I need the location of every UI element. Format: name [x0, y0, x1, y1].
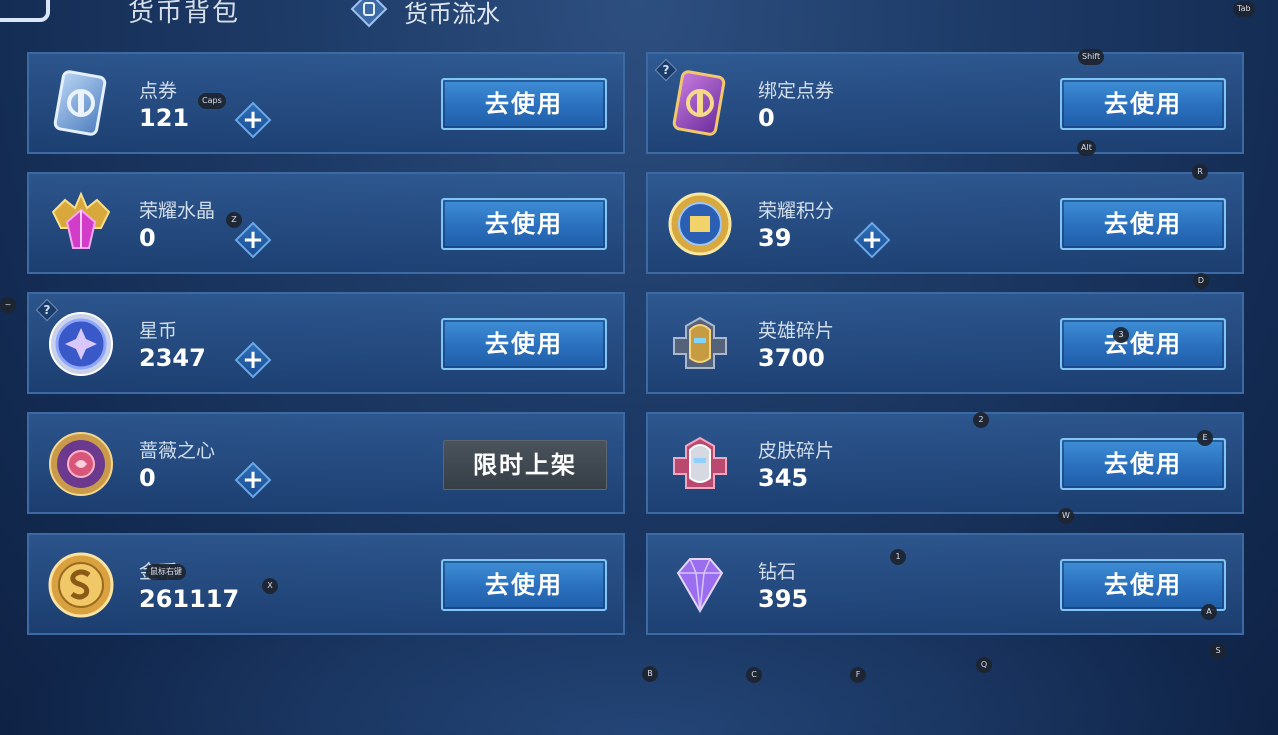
key-hint-b: B [642, 666, 658, 682]
use-button[interactable]: 去使用 [441, 198, 607, 250]
key-hint-a: A [1201, 604, 1217, 620]
currency-card-diamond: 钻石 395 去使用 [646, 533, 1244, 635]
currency-amount: 261117 [139, 585, 240, 613]
currency-name: 荣耀水晶 [139, 200, 216, 222]
use-button[interactable]: 去使用 [1060, 559, 1226, 611]
use-button[interactable]: 去使用 [441, 78, 607, 130]
currency-card-bound-coupon: ? 绑定点券 0 去使用 [646, 52, 1244, 154]
currency-card-skin-fragment: 皮肤碎片 345 去使用 [646, 412, 1244, 514]
use-button[interactable]: 去使用 [1060, 438, 1226, 490]
currency-name: 绑定点券 [758, 80, 835, 102]
currency-name: 皮肤碎片 [758, 440, 835, 462]
key-hint-2: 2 [973, 412, 989, 428]
key-hint-right-click: 鼠标右键 [146, 564, 186, 580]
currency-name: 蔷薇之心 [139, 440, 216, 462]
key-hint-w: W [1058, 508, 1074, 524]
coupon-card-icon [53, 70, 107, 136]
key-hint-1: 1 [890, 549, 906, 565]
star-coin-icon [49, 312, 113, 376]
bound-coupon-card-icon [672, 70, 726, 136]
currency-name: 星币 [139, 320, 178, 342]
currency-name: 荣耀积分 [758, 200, 835, 222]
currency-card-glory-crystal: 荣耀水晶 0 + 去使用 [27, 172, 625, 274]
currency-card-glory-points: 荣耀积分 39 + 去使用 [646, 172, 1244, 274]
currency-amount: 0 [139, 464, 156, 492]
key-hint-q: Q [976, 657, 992, 673]
key-hint-z: Z [226, 212, 242, 228]
hero-fragment-icon [673, 316, 727, 369]
key-hint-s: S [1210, 643, 1226, 659]
currency-amount: 3700 [758, 344, 825, 372]
rose-heart-icon [49, 432, 113, 496]
glory-points-icon [668, 192, 732, 256]
currency-amount: 0 [139, 224, 156, 252]
key-hint-c: C [746, 667, 762, 683]
key-hint-tilde: ~ [0, 297, 16, 313]
use-button[interactable]: 去使用 [1060, 78, 1226, 130]
use-button[interactable]: 去使用 [441, 318, 607, 370]
glory-crystal-icon [51, 191, 111, 249]
diamond-icon [676, 558, 724, 613]
currency-amount: 345 [758, 464, 809, 492]
key-hint-tab: Tab [1233, 1, 1255, 17]
currency-name: 点券 [139, 80, 178, 102]
currency-amount: 121 [139, 104, 190, 132]
key-hint-3: 3 [1113, 327, 1129, 343]
back-button[interactable] [0, 0, 50, 22]
currency-card-star-coin: ? 星币 2347 + 去使用 [27, 292, 625, 394]
use-button[interactable]: 去使用 [1060, 198, 1226, 250]
page-title: 货币背包 [128, 0, 241, 28]
currency-amount: 2347 [139, 344, 206, 372]
key-hint-e: E [1197, 430, 1213, 446]
key-hint-shift: Shift [1078, 49, 1105, 65]
key-hint-d: D [1193, 273, 1209, 289]
currency-amount: 39 [758, 224, 792, 252]
use-button[interactable]: 去使用 [1060, 318, 1226, 370]
currency-card-hero-fragment: 英雄碎片 3700 去使用 [646, 292, 1244, 394]
key-hint-x: X [262, 578, 278, 594]
plus-icon: + [242, 225, 264, 255]
tab-currency-ledger[interactable]: 货币流水 [404, 0, 500, 29]
plus-icon: + [242, 105, 264, 135]
plus-icon: + [242, 465, 264, 495]
currency-card-coupon: 点券 121 + 去使用 [27, 52, 625, 154]
currency-name: 英雄碎片 [758, 320, 835, 342]
key-hint-caps: Caps [198, 93, 226, 109]
limited-time-button[interactable]: 限时上架 [443, 440, 607, 490]
currency-name: 钻石 [758, 561, 797, 583]
key-hint-f: F [850, 667, 866, 683]
ledger-tab-icon-inner [363, 2, 375, 16]
use-button[interactable]: 去使用 [441, 559, 607, 611]
currency-amount: 395 [758, 585, 809, 613]
key-hint-r: R [1192, 164, 1208, 180]
gold-coin-icon [48, 552, 114, 618]
currency-amount: 0 [758, 104, 775, 132]
plus-icon: + [242, 345, 264, 375]
key-hint-alt: Alt [1077, 140, 1096, 156]
currency-card-gold-coin: 金币 261117 去使用 [27, 533, 625, 635]
currency-card-rose-heart: 蔷薇之心 0 + 限时上架 [27, 412, 625, 514]
skin-fragment-icon [673, 436, 727, 489]
plus-icon: + [861, 225, 883, 255]
top-bar: 货币背包 货币流水 [0, 0, 1278, 40]
